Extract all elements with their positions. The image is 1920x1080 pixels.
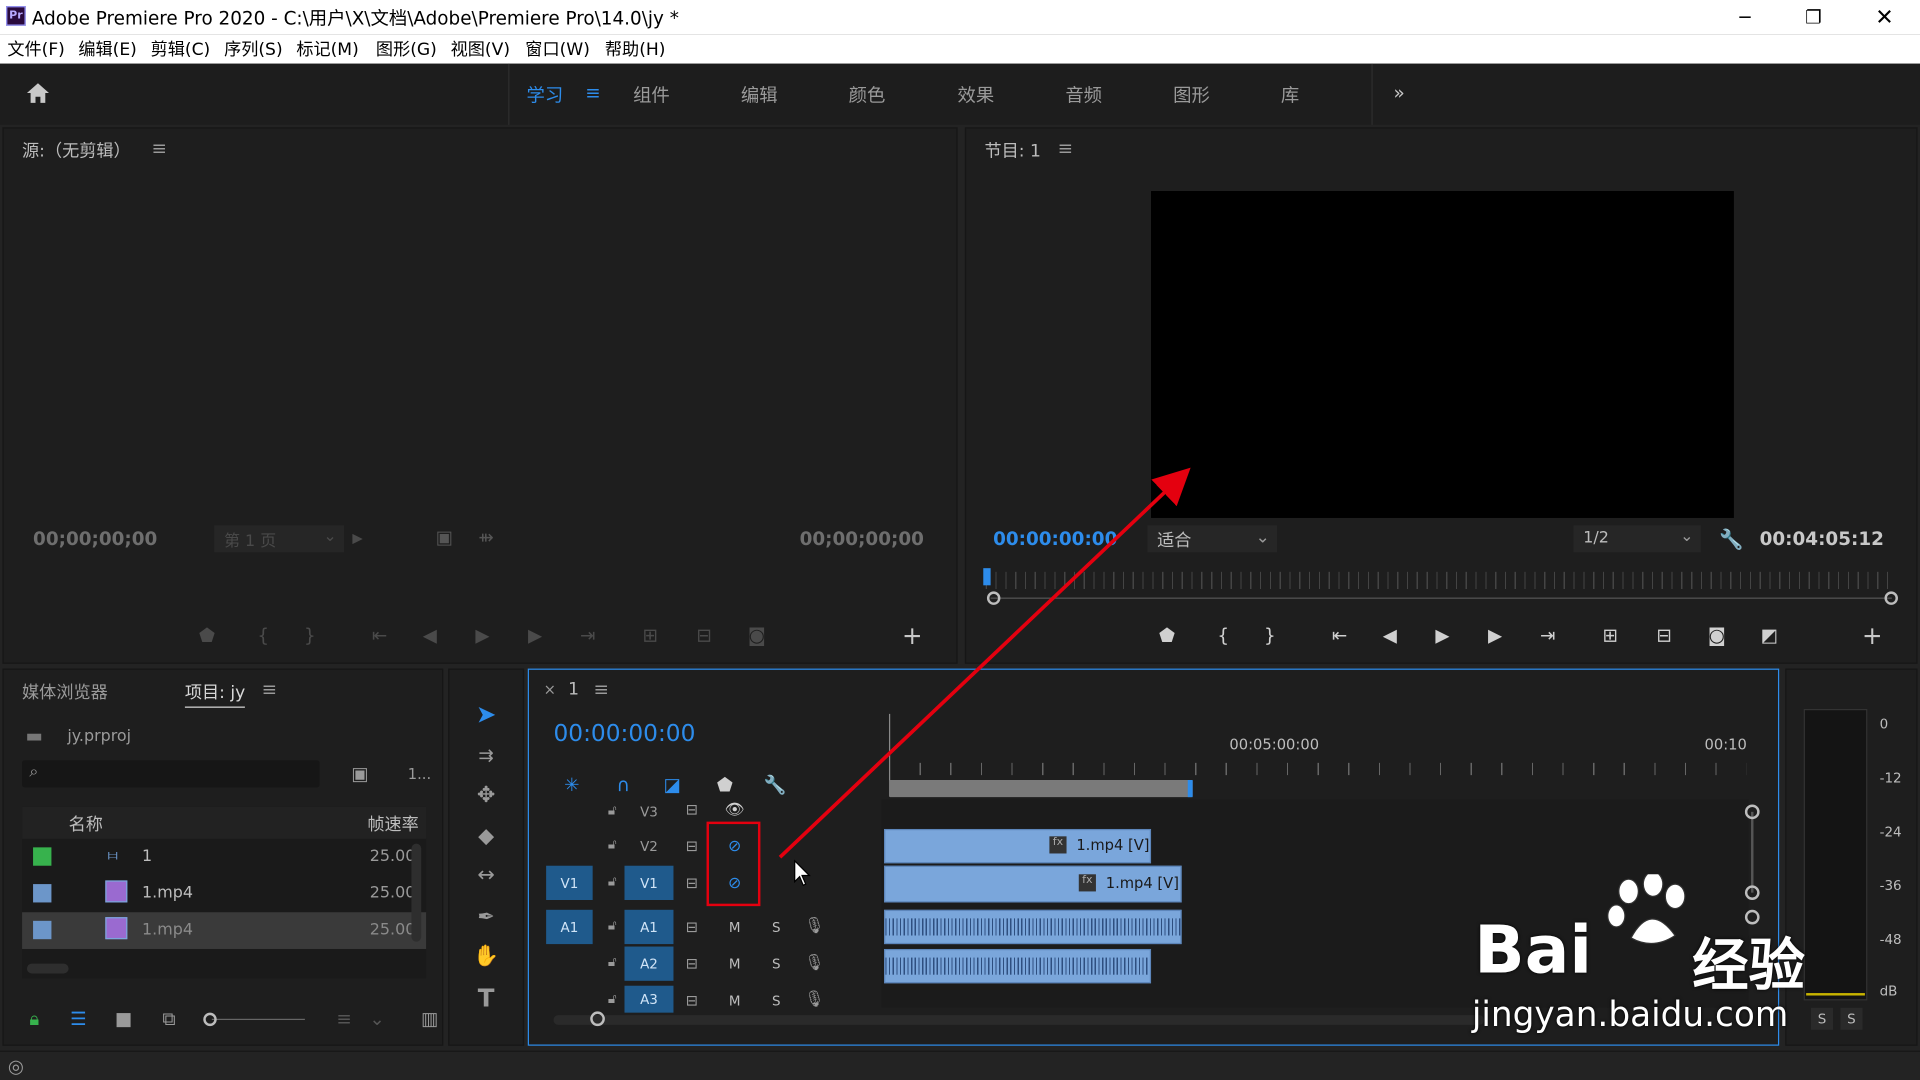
- watermark-brand-a: Bai: [1474, 911, 1592, 989]
- paw-logo: [1602, 871, 1700, 947]
- watermark-url: jingyan.baidu.com: [1471, 994, 1789, 1035]
- baidu-watermark: Bai 经验 jingyan.baidu.com: [1469, 871, 1836, 1045]
- watermark-brand-b: 经验: [1692, 931, 1805, 998]
- mouse-cursor-icon: [794, 859, 811, 887]
